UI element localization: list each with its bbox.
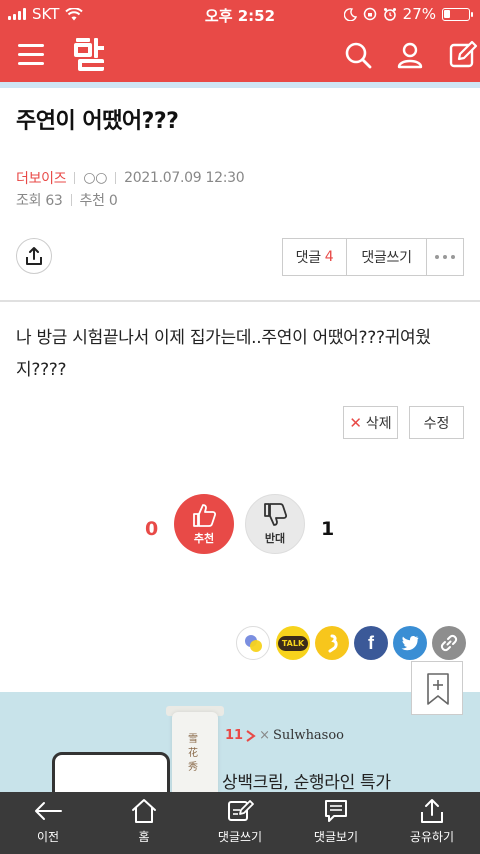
post-author[interactable]: 더보이즈 xyxy=(16,168,67,188)
ad-brand-name: Sulwhasoo xyxy=(273,728,345,743)
bookmark-button[interactable] xyxy=(411,661,463,715)
recommend-stat: 추천 0 xyxy=(79,193,118,209)
band-icon xyxy=(328,634,338,653)
moon-icon xyxy=(343,7,357,21)
nav-home-label: 홈 xyxy=(138,830,150,844)
ad-phone-image xyxy=(52,752,170,792)
kakao-talk-icon: TALK xyxy=(277,635,309,651)
post-title: 주연이 어땠어??? xyxy=(16,109,179,134)
eleven-street-arrow-icon xyxy=(246,729,256,742)
nav-back-label: 이전 xyxy=(36,830,60,844)
search-icon[interactable] xyxy=(343,40,373,70)
bookmark-icon xyxy=(427,673,449,705)
facebook-share[interactable]: f xyxy=(354,626,388,660)
user-icon[interactable] xyxy=(395,40,425,70)
thumbs-up-icon xyxy=(193,504,217,527)
write-comment-button[interactable]: 댓글쓰기 xyxy=(347,239,427,275)
ad-brand-11: 11 xyxy=(225,728,244,743)
recommend-count: 0 xyxy=(145,518,159,540)
edit-icon[interactable] xyxy=(448,40,478,70)
oppose-count: 1 xyxy=(321,518,335,540)
write-comment-icon xyxy=(228,800,254,821)
battery-percent: 27% xyxy=(402,5,436,23)
band-share[interactable] xyxy=(315,626,349,660)
twitter-share[interactable] xyxy=(393,626,427,660)
nav-view-comments-label: 댓글보기 xyxy=(313,830,359,844)
ad-brand: 11 × Sulwhasoo xyxy=(225,728,345,743)
nav-write-comment[interactable]: 댓글쓰기 xyxy=(192,792,288,854)
comment-count: 4 xyxy=(324,249,334,265)
twitter-icon xyxy=(401,636,419,651)
more-icon xyxy=(435,255,455,259)
nav-home[interactable]: 홈 xyxy=(96,792,192,854)
content-divider xyxy=(0,300,480,302)
link-icon xyxy=(440,634,458,652)
svg-text:雪: 雪 xyxy=(188,733,198,745)
alarm-icon xyxy=(383,8,396,21)
recommend-label: 추천 xyxy=(193,532,215,545)
header-divider xyxy=(0,82,480,88)
status-bar: SKT 오후 2:52 27% xyxy=(0,0,480,30)
meta-separator xyxy=(115,172,117,184)
ad-banner[interactable]: 雪 花 秀 11 × Sulwhasoo 상백크림, 순행라인 특가 xyxy=(0,692,480,792)
post-meta: 더보이즈 ○○ 2021.07.09 12:30 xyxy=(16,168,245,188)
share-button[interactable] xyxy=(16,238,52,274)
home-icon xyxy=(132,799,156,823)
battery-icon xyxy=(442,7,473,21)
nav-back[interactable]: 이전 xyxy=(0,792,96,854)
kakao-talk-share[interactable]: TALK xyxy=(276,626,310,660)
svg-text:秀: 秀 xyxy=(188,761,198,773)
close-icon: ✕ xyxy=(349,413,362,432)
status-right: 27% xyxy=(343,5,473,23)
meta-separator xyxy=(74,172,76,184)
views-stat: 조회 63 xyxy=(16,193,63,209)
kakao-story-share[interactable] xyxy=(236,626,270,660)
post-date: 2021.07.09 12:30 xyxy=(124,170,245,186)
view-comment-icon xyxy=(325,800,347,822)
post-stats: 조회 63 추천 0 xyxy=(16,190,118,210)
share-icon xyxy=(26,247,42,265)
product-label-icon: 雪 花 秀 xyxy=(188,733,198,773)
kakao-story-icon xyxy=(245,635,262,652)
app-bar xyxy=(0,30,480,82)
ad-product-image: 雪 花 秀 xyxy=(172,712,218,792)
back-arrow-icon xyxy=(35,802,62,820)
svg-text:花: 花 xyxy=(188,746,198,759)
bottom-nav: 이전 홈 댓글쓰기 댓글보기 공유하기 xyxy=(0,792,480,854)
post-body: 나 방금 시험끝나서 이제 집가는데..주연이 어땠어???귀여웠지???? xyxy=(16,328,431,380)
rotation-lock-icon xyxy=(363,7,376,21)
post-actions: 댓글 4 댓글쓰기 xyxy=(282,238,464,276)
more-button[interactable] xyxy=(427,239,463,275)
nav-share-label: 공유하기 xyxy=(409,830,455,844)
delete-button[interactable]: ✕ 삭제 xyxy=(343,406,398,439)
nav-view-comments[interactable]: 댓글보기 xyxy=(288,792,384,854)
nav-share[interactable]: 공유하기 xyxy=(384,792,480,854)
thumbs-down-icon xyxy=(264,503,288,526)
share-icon xyxy=(421,799,443,823)
edit-button[interactable]: 수정 xyxy=(409,406,464,439)
meta-separator xyxy=(70,194,72,206)
facebook-icon: f xyxy=(368,632,374,653)
pann-logo[interactable] xyxy=(72,35,110,73)
menu-button[interactable] xyxy=(18,44,44,66)
recommend-button[interactable]: 추천 xyxy=(174,494,234,554)
author-badge: ○○ xyxy=(83,170,108,186)
oppose-label: 반대 xyxy=(264,532,286,545)
ad-copy: 상백크림, 순행라인 특가 xyxy=(222,773,391,792)
copy-link-button[interactable] xyxy=(432,626,466,660)
comment-count-button[interactable]: 댓글 4 xyxy=(283,239,347,275)
nav-write-comment-label: 댓글쓰기 xyxy=(217,830,263,844)
oppose-button[interactable]: 반대 xyxy=(245,494,305,554)
